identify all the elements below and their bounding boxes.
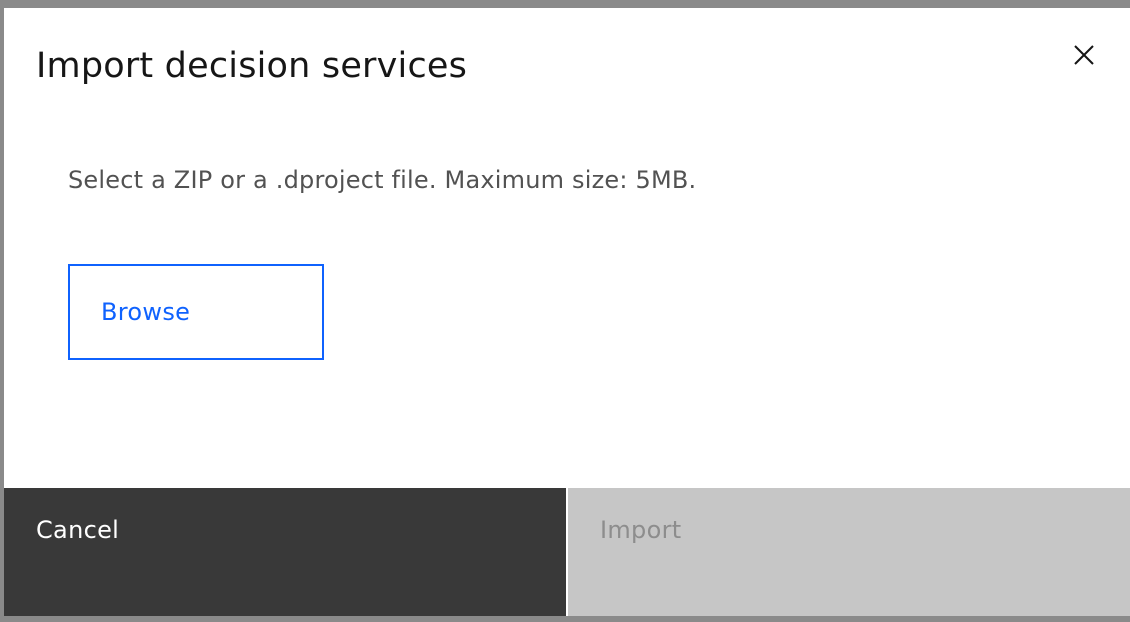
- dialog-footer: Cancel Import: [4, 488, 1130, 616]
- browse-button[interactable]: Browse: [68, 264, 324, 360]
- close-icon: [1073, 44, 1095, 69]
- import-button[interactable]: Import: [568, 488, 1130, 616]
- import-dialog: Import decision services Select a ZIP or…: [4, 8, 1130, 616]
- dialog-description: Select a ZIP or a .dproject file. Maximu…: [68, 166, 697, 194]
- cancel-button[interactable]: Cancel: [4, 488, 566, 616]
- close-button[interactable]: [1064, 36, 1104, 76]
- dialog-title: Import decision services: [36, 46, 468, 86]
